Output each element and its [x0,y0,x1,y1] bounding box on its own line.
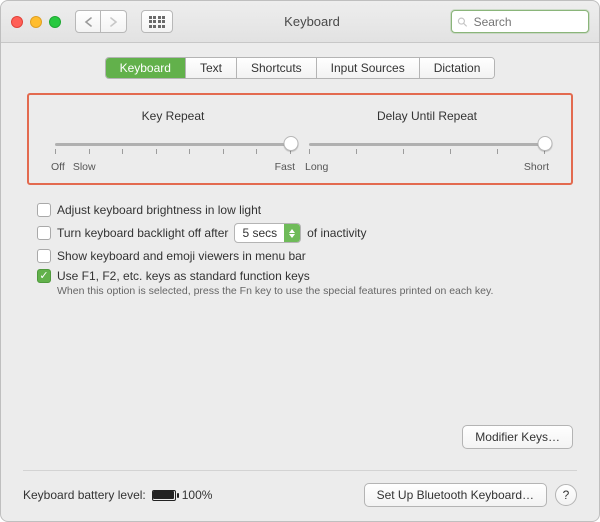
option-emoji-viewer: Show keyboard and emoji viewers in menu … [37,249,573,263]
label-short: Short [524,161,549,173]
label-backlight-after: of inactivity [307,226,366,240]
minimize-icon[interactable] [30,16,42,28]
bottom-bar: Keyboard battery level: 100% Set Up Blue… [23,470,577,507]
search-field[interactable] [451,10,589,33]
check-icon: ✓ [39,271,48,282]
window-title: Keyboard [181,14,443,29]
grid-icon [149,16,166,28]
delay-slider-group: Delay Until Repeat Long Short [305,109,549,173]
dropdown-value: 5 secs [235,226,284,240]
key-repeat-group: Key Repeat Off Slow Fast [51,109,295,173]
checkbox-fn-keys[interactable]: ✓ [37,269,51,283]
tab-input-sources[interactable]: Input Sources [317,58,420,78]
close-icon[interactable] [11,16,23,28]
search-icon [457,16,468,28]
battery-level: Keyboard battery level: 100% [23,488,212,502]
dropdown-stepper-icon [284,224,300,242]
tab-dictation[interactable]: Dictation [420,58,495,78]
window-controls [11,16,61,28]
bluetooth-keyboard-button[interactable]: Set Up Bluetooth Keyboard… [364,483,547,507]
tab-keyboard[interactable]: Keyboard [106,58,186,78]
option-fn-keys: ✓ Use F1, F2, etc. keys as standard func… [37,269,573,283]
modifier-keys-button[interactable]: Modifier Keys… [462,425,573,449]
battery-percent: 100% [182,488,213,502]
battery-icon [152,490,176,501]
delay-labels: Long Short [305,161,549,173]
label-off: Off [51,161,65,173]
checkbox-backlight-off[interactable] [37,226,51,240]
label-fast: Fast [275,161,295,173]
option-auto-brightness: Adjust keyboard brightness in low light [37,203,573,217]
forward-button[interactable] [101,10,127,33]
label-auto-brightness: Adjust keyboard brightness in low light [57,203,261,217]
key-repeat-slider[interactable] [55,137,291,157]
slider-highlight: Key Repeat Off Slow Fast Delay Until Rep… [27,93,573,185]
label-emoji-viewer: Show keyboard and emoji viewers in menu … [57,249,306,263]
option-backlight-off: Turn keyboard backlight off after 5 secs… [37,223,573,243]
checkbox-emoji-viewer[interactable] [37,249,51,263]
backlight-timeout-dropdown[interactable]: 5 secs [234,223,301,243]
chevron-left-icon [84,17,93,27]
show-all-button[interactable] [141,10,173,33]
titlebar: Keyboard [1,1,599,43]
preferences-window: Keyboard Keyboard Text Shortcuts Input S… [0,0,600,522]
back-button[interactable] [75,10,101,33]
chevron-right-icon [109,17,118,27]
zoom-icon[interactable] [49,16,61,28]
tab-text[interactable]: Text [186,58,237,78]
tab-shortcuts[interactable]: Shortcuts [237,58,317,78]
label-long: Long [305,161,328,173]
tab-bar: Keyboard Text Shortcuts Input Sources Di… [105,57,496,79]
delay-slider[interactable] [309,137,545,157]
content-area: Keyboard Text Shortcuts Input Sources Di… [1,43,599,297]
checkbox-auto-brightness[interactable] [37,203,51,217]
help-button[interactable]: ? [555,484,577,506]
nav-buttons [75,10,127,33]
delay-title: Delay Until Repeat [305,109,549,123]
battery-label: Keyboard battery level: [23,488,146,502]
label-backlight-before: Turn keyboard backlight off after [57,226,228,240]
search-input[interactable] [472,14,583,30]
hint-fn-keys: When this option is selected, press the … [57,285,573,297]
label-fn-keys: Use F1, F2, etc. keys as standard functi… [57,269,310,283]
modifier-keys-row: Modifier Keys… [462,425,573,449]
key-repeat-title: Key Repeat [51,109,295,123]
label-slow: Slow [73,161,96,173]
key-repeat-labels: Off Slow Fast [51,161,295,173]
